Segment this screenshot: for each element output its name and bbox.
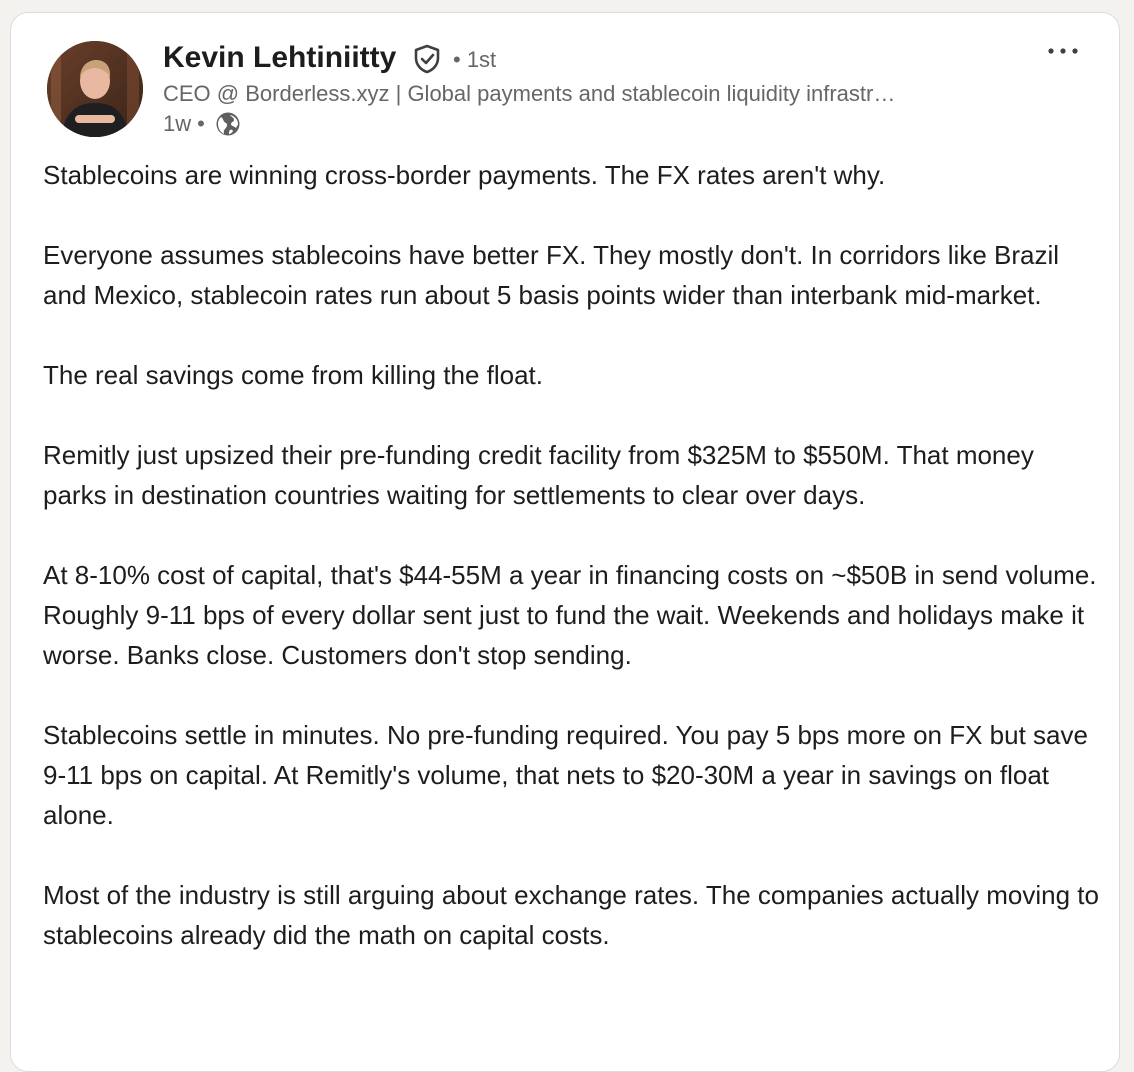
post-paragraph: Stablecoins settle in minutes. No pre-fu…: [43, 720, 1088, 830]
ellipsis-icon: [1048, 48, 1078, 54]
post-paragraph: Everyone assumes stablecoins have better…: [43, 240, 1060, 310]
post-paragraph: Most of the industry is still arguing ab…: [43, 880, 1099, 950]
post-body: Stablecoins are winning cross-border pay…: [43, 155, 1103, 995]
post-time: 1w: [163, 111, 192, 136]
meta-separator: •: [197, 111, 205, 136]
verified-shield-icon: [411, 43, 443, 75]
more-options-button[interactable]: [1043, 37, 1083, 65]
post-paragraph: Stablecoins are winning cross-border pay…: [43, 160, 886, 190]
post-paragraph: At 8-10% cost of capital, that's $44-55M…: [43, 560, 1097, 670]
author-name[interactable]: Kevin Lehtiniitty: [163, 39, 396, 77]
globe-icon: [215, 111, 241, 137]
post-card: Kevin Lehtiniitty • 1st CEO @ Borderless…: [10, 12, 1120, 1072]
post-meta: 1w •: [163, 109, 241, 139]
post-paragraph: The real savings come from killing the f…: [43, 360, 543, 390]
post-paragraph: Remitly just upsized their pre-funding c…: [43, 440, 1034, 510]
connection-degree: • 1st: [453, 47, 497, 72]
author-headline[interactable]: CEO @ Borderless.xyz | Global payments a…: [163, 79, 1003, 109]
author-avatar[interactable]: [47, 41, 143, 137]
